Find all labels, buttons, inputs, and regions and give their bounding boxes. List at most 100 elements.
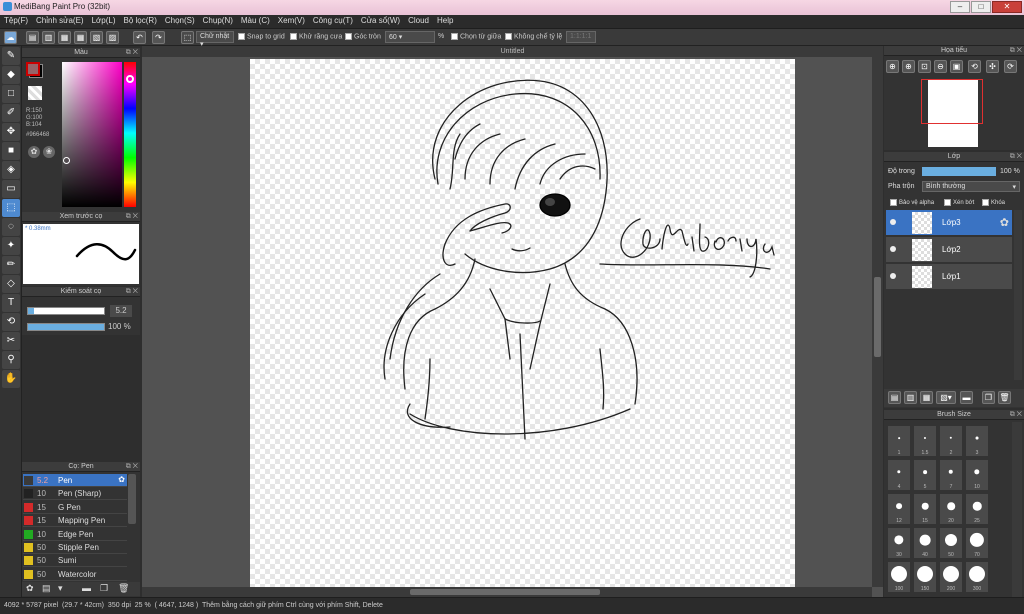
brush-opacity-slider[interactable]: [27, 323, 105, 331]
menu-snap[interactable]: Chụp(N): [199, 15, 237, 26]
brush-icon[interactable]: ✎: [2, 47, 20, 65]
brush-size-option[interactable]: 25: [966, 494, 988, 524]
antialias-checkbox[interactable]: Khử răng cưa: [290, 33, 342, 40]
canvas-tab[interactable]: Untitled: [142, 46, 883, 57]
dot-icon[interactable]: □: [2, 85, 20, 103]
menu-color[interactable]: Màu (C): [237, 15, 274, 26]
drawing-canvas[interactable]: [250, 59, 795, 587]
corner-checkbox[interactable]: Góc tròn: [345, 33, 381, 40]
redo-icon[interactable]: ↷: [152, 31, 165, 44]
bucket-icon[interactable]: ◈: [2, 161, 20, 179]
gradient-icon[interactable]: ▭: [2, 180, 20, 198]
blend-mode-dropdown[interactable]: Bình thường ▾: [922, 181, 1020, 192]
layer-row[interactable]: Lớp3 ✿: [886, 210, 1012, 236]
menu-select[interactable]: Chọn(S): [161, 15, 199, 26]
color-mix-icon[interactable]: ❀: [43, 146, 55, 158]
navigator-thumbnail[interactable]: [921, 79, 983, 147]
brush-list-scrollbar[interactable]: [128, 474, 136, 524]
layer-visibility-icon[interactable]: [890, 246, 896, 252]
menu-view[interactable]: Xem(V): [274, 15, 309, 26]
delete-brush-icon[interactable]: 🗑: [118, 583, 129, 594]
move-icon[interactable]: ✥: [2, 123, 20, 141]
select-rect-icon[interactable]: ⬚: [2, 199, 20, 217]
brush-item[interactable]: 50 Watercolor: [23, 568, 127, 581]
clip-checkbox[interactable]: Xén bớt: [944, 199, 974, 206]
brush-size-scrollbar[interactable]: [1012, 422, 1022, 597]
brush-size-option[interactable]: 100: [888, 562, 910, 592]
layer-list-scrollbar[interactable]: [1014, 210, 1022, 380]
brush-size-option[interactable]: 5: [914, 460, 936, 490]
brush-menu-icon[interactable]: ▾: [58, 583, 63, 594]
rotate-reset-icon[interactable]: ✣: [986, 60, 999, 73]
brush-folder-icon[interactable]: ▬: [82, 583, 91, 593]
grid-icon[interactable]: ▦: [74, 31, 87, 44]
brush-item[interactable]: 50 Sumi: [23, 554, 127, 568]
layer-add-menu-icon[interactable]: ▧▾: [936, 391, 956, 404]
brush-size-option[interactable]: 200: [940, 562, 962, 592]
brush-item[interactable]: 10 Pen (Sharp): [23, 487, 127, 501]
brush-size-option[interactable]: 20: [940, 494, 962, 524]
new-halftone-layer-icon[interactable]: ▥: [904, 391, 917, 404]
brush-size-option[interactable]: 150: [914, 562, 936, 592]
operation-icon[interactable]: ⟲: [2, 313, 20, 331]
save-icon[interactable]: ▦: [58, 31, 71, 44]
brush-item[interactable]: 15 G Pen: [23, 501, 127, 514]
zoom-in-alt-icon[interactable]: ⊕: [902, 60, 915, 73]
primary-color-swatch[interactable]: [26, 62, 40, 76]
minimize-button[interactable]: –: [950, 1, 970, 13]
new-file-icon[interactable]: ▤: [26, 31, 39, 44]
brush-size-option[interactable]: 50: [940, 528, 962, 558]
divide-icon[interactable]: ✂: [2, 332, 20, 350]
actual-size-icon[interactable]: ▣: [950, 60, 963, 73]
pen-icon[interactable]: ✐: [2, 104, 20, 122]
selection-mode-dropdown[interactable]: Chữ nhật ▾: [196, 31, 234, 48]
menu-file[interactable]: Tệp(F): [0, 15, 32, 26]
lasso-icon[interactable]: ◌: [2, 218, 20, 236]
fill-rect-icon[interactable]: ■: [2, 142, 20, 160]
maximize-button[interactable]: □: [971, 1, 991, 13]
brush-size-option[interactable]: 10: [966, 460, 988, 490]
rotate-left-icon[interactable]: ⟲: [968, 60, 981, 73]
brush-item[interactable]: 15 Mapping Pen: [23, 514, 127, 528]
canvas-horizontal-scrollbar[interactable]: [142, 587, 872, 597]
brush-item[interactable]: 5.2 Pen ✿: [23, 474, 127, 487]
delete-layer-icon[interactable]: 🗑: [998, 391, 1011, 404]
brush-size-option[interactable]: 1: [888, 426, 910, 456]
layer-visibility-icon[interactable]: [890, 219, 896, 225]
brush-size-option[interactable]: 2: [940, 426, 962, 456]
brush-size-slider[interactable]: [27, 307, 105, 315]
brush-size-option[interactable]: 30: [888, 528, 910, 558]
snap-grid-checkbox[interactable]: Snap to grid: [238, 33, 285, 40]
layout-icon[interactable]: ▧: [90, 31, 103, 44]
brush-size-value[interactable]: 5.2: [110, 305, 132, 317]
sv-cursor[interactable]: [63, 157, 70, 164]
select-pen-icon[interactable]: ✏: [2, 256, 20, 274]
select-eraser-icon[interactable]: ◇: [2, 275, 20, 293]
new-layer-icon[interactable]: ▤: [888, 391, 901, 404]
brush-item[interactable]: 50 Stipple Pen: [23, 541, 127, 554]
eyedropper-icon[interactable]: ⚲: [2, 351, 20, 369]
brush-size-option[interactable]: 4: [888, 460, 910, 490]
text-icon[interactable]: T: [2, 294, 20, 312]
hue-cursor[interactable]: [126, 75, 134, 83]
selection-rect-icon[interactable]: ⬚: [181, 31, 194, 44]
layer-settings-gear-icon[interactable]: ✿: [1000, 216, 1009, 229]
canvas-vertical-scrollbar[interactable]: [872, 57, 883, 587]
brush-size-option[interactable]: 40: [914, 528, 936, 558]
fit-icon[interactable]: ⊡: [918, 60, 931, 73]
rotate-right-icon[interactable]: ⟳: [1004, 60, 1017, 73]
menu-edit[interactable]: Chỉnh sửa(E): [32, 15, 88, 26]
protect-alpha-checkbox[interactable]: Bảo vệ alpha: [890, 199, 934, 206]
close-button[interactable]: ✕: [992, 1, 1022, 13]
menu-help[interactable]: Help: [433, 15, 457, 26]
horizontal-scroll-thumb[interactable]: [410, 589, 600, 595]
magic-wand-icon[interactable]: ✦: [2, 237, 20, 255]
brush-settings-icon[interactable]: ✿: [26, 583, 34, 594]
zoom-out-icon[interactable]: ⊖: [934, 60, 947, 73]
select-center-checkbox[interactable]: Chọn từ giữa: [451, 33, 501, 40]
zoom-in-icon[interactable]: ⊕: [886, 60, 899, 73]
cloud-icon[interactable]: ☁: [4, 31, 17, 44]
ratio-input[interactable]: 1:1:1:1: [566, 31, 596, 43]
navigator-viewport[interactable]: [921, 79, 983, 124]
duplicate-brush-icon[interactable]: ❐: [100, 583, 108, 594]
